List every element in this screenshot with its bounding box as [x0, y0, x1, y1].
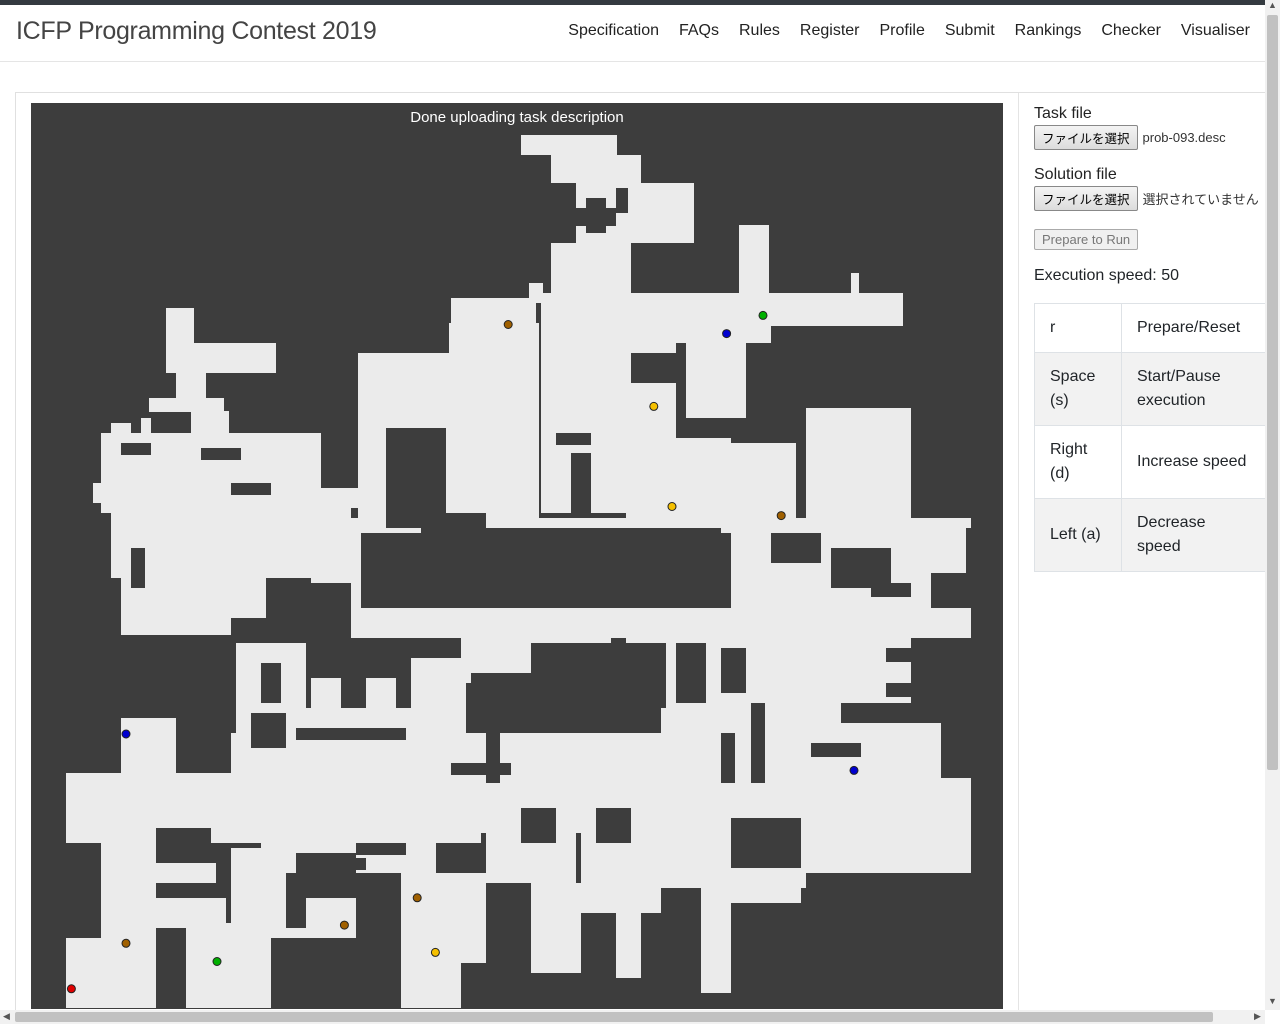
key-cell: r — [1034, 303, 1122, 353]
nav-faqs[interactable]: FAQs — [679, 22, 719, 40]
table-row: Right (d) Increase speed — [1034, 425, 1266, 499]
nav-visualiser[interactable]: Visualiser — [1181, 22, 1250, 40]
table-row: r Prepare/Reset — [1034, 303, 1266, 353]
nav-register[interactable]: Register — [800, 22, 860, 40]
scroll-left-icon[interactable]: ◀ — [3, 1011, 10, 1022]
booster-marker — [121, 729, 131, 739]
solution-file-row: ファイルを選択 選択されていません — [1034, 186, 1266, 211]
booster-marker — [649, 401, 659, 411]
booster-marker — [758, 310, 768, 320]
task-file-row: ファイルを選択 prob-093.desc — [1034, 125, 1266, 150]
control-sidebar: Task file ファイルを選択 prob-093.desc Solution… — [1034, 105, 1266, 572]
table-row: Left (a) Decrease speed — [1034, 498, 1266, 572]
scroll-up-icon[interactable]: ▲ — [1268, 0, 1277, 10]
nav-rules[interactable]: Rules — [739, 22, 780, 40]
brand-title[interactable]: ICFP Programming Contest 2019 — [16, 17, 377, 46]
key-cell: Space (s) — [1034, 352, 1122, 426]
nav-profile[interactable]: Profile — [879, 22, 924, 40]
nav-submit[interactable]: Submit — [945, 22, 995, 40]
prepare-run-button[interactable]: Prepare to Run — [1034, 229, 1139, 250]
task-file-label: Task file — [1034, 105, 1092, 122]
nav-specification[interactable]: Specification — [568, 22, 659, 40]
booster-marker — [339, 920, 349, 930]
booster-marker — [722, 329, 732, 339]
key-cell: Right (d) — [1034, 425, 1122, 499]
key-cell: Left (a) — [1034, 498, 1122, 572]
solution-file-name: 選択されていません — [1142, 192, 1259, 207]
navbar: ICFP Programming Contest 2019 Specificat… — [0, 5, 1265, 62]
solution-file-button[interactable]: ファイルを選択 — [1034, 186, 1138, 211]
booster-marker — [776, 511, 786, 521]
action-cell: Decrease speed — [1121, 498, 1266, 572]
vertical-scroll-thumb[interactable] — [1267, 15, 1278, 770]
execution-speed: Execution speed: 50 — [1034, 267, 1179, 284]
map-canvas[interactable]: Done uploading task description — [31, 103, 1003, 1009]
robot-marker — [66, 984, 76, 994]
map-svg — [66, 135, 971, 1008]
keybindings-table: r Prepare/Reset Space (s) Start/Pause ex… — [1034, 303, 1266, 572]
solution-file-label: Solution file — [1034, 166, 1117, 183]
booster-marker — [503, 320, 513, 329]
booster-marker — [212, 957, 222, 966]
scroll-down-icon[interactable]: ▼ — [1268, 996, 1277, 1006]
nav-rankings[interactable]: Rankings — [1015, 22, 1082, 40]
booster-marker — [430, 947, 440, 957]
booster-marker — [849, 765, 859, 775]
nav-links: Specification FAQs Rules Register Profil… — [568, 22, 1250, 40]
booster-marker — [412, 893, 422, 903]
table-row: Space (s) Start/Pause execution — [1034, 352, 1266, 426]
status-message: Done uploading task description — [410, 109, 624, 126]
nav-checker[interactable]: Checker — [1101, 22, 1161, 40]
booster-marker — [667, 502, 677, 511]
task-file-name: prob-093.desc — [1142, 130, 1226, 145]
action-cell: Increase speed — [1121, 425, 1266, 499]
scroll-right-icon[interactable]: ▶ — [1254, 1011, 1261, 1022]
sidebar-divider — [1018, 93, 1019, 1010]
booster-marker — [121, 938, 131, 948]
action-cell: Start/Pause execution — [1121, 352, 1266, 426]
horizontal-scroll-thumb[interactable] — [15, 1012, 1213, 1022]
task-file-button[interactable]: ファイルを選択 — [1034, 125, 1138, 150]
action-cell: Prepare/Reset — [1121, 303, 1266, 353]
